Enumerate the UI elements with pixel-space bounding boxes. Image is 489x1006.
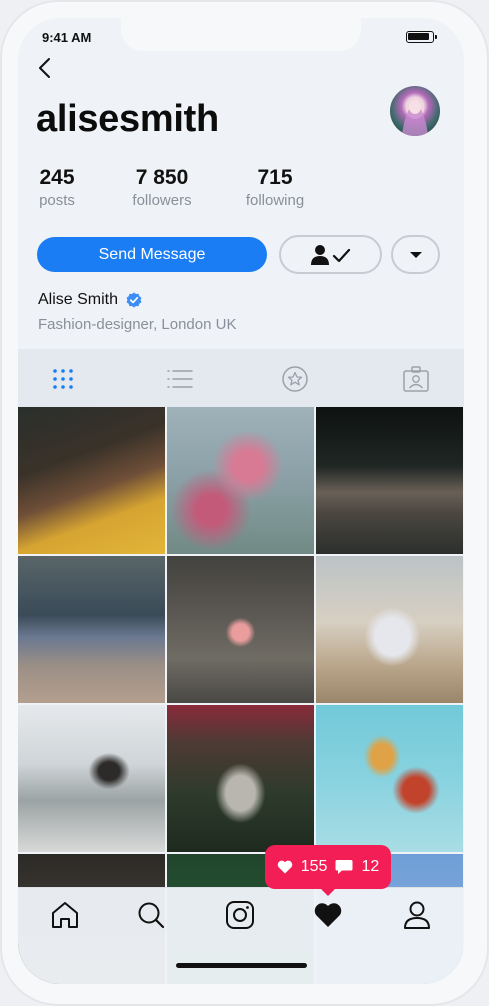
- activity-notification[interactable]: 155 12: [265, 845, 391, 896]
- battery-icon: [406, 31, 437, 43]
- list-icon: [167, 370, 193, 388]
- photo-thumbnail[interactable]: [18, 705, 165, 852]
- photo-thumbnail[interactable]: [316, 705, 463, 852]
- stat-value: 245: [39, 166, 75, 189]
- stat-label: posts: [39, 192, 75, 209]
- following-button[interactable]: [279, 235, 382, 274]
- screen: 9:41 AM alisesmith 245 posts 7 850 follo…: [18, 18, 464, 984]
- stat-following[interactable]: 715 following: [237, 166, 313, 209]
- stat-label: following: [245, 192, 305, 209]
- stat-value: 7 850: [135, 166, 189, 189]
- notch: [121, 18, 361, 51]
- tab-favorites[interactable]: [281, 365, 309, 393]
- user-check-icon: [310, 244, 350, 265]
- profile-icon[interactable]: [402, 900, 432, 930]
- full-name-text: Alise Smith: [38, 291, 119, 308]
- home-icon[interactable]: [50, 900, 80, 930]
- stat-label: followers: [132, 192, 192, 209]
- full-name: Alise Smith: [38, 291, 142, 309]
- stat-followers[interactable]: 7 850 followers: [124, 166, 200, 209]
- back-icon[interactable]: [36, 56, 56, 80]
- photo-thumbnail[interactable]: [167, 705, 314, 852]
- camera-icon[interactable]: [225, 900, 255, 930]
- photo-thumbnail[interactable]: [316, 556, 463, 703]
- comment-icon: [335, 860, 353, 874]
- more-options-button[interactable]: [391, 235, 440, 274]
- likes-count: 155: [300, 858, 328, 875]
- photo-thumbnail[interactable]: [167, 556, 314, 703]
- tab-grid[interactable]: [49, 365, 77, 393]
- comments-count: 12: [361, 858, 380, 875]
- username: alisesmith: [36, 98, 219, 140]
- tab-tagged[interactable]: [402, 365, 430, 393]
- profile-tabs: [18, 349, 464, 407]
- home-indicator: [176, 963, 307, 968]
- tab-list[interactable]: [166, 365, 194, 393]
- grid-icon: [53, 369, 73, 389]
- heart-icon: [277, 860, 293, 874]
- verified-badge-icon: [126, 292, 142, 308]
- send-message-button[interactable]: Send Message: [37, 237, 267, 272]
- photo-thumbnail[interactable]: [316, 407, 463, 554]
- stat-value: 715: [257, 166, 293, 189]
- photo-thumbnail[interactable]: [18, 556, 165, 703]
- bottom-tab-bar: [18, 887, 464, 984]
- bio: Fashion-designer, London UK: [38, 316, 237, 333]
- status-time: 9:41 AM: [42, 30, 92, 45]
- avatar[interactable]: [390, 86, 440, 136]
- tagged-icon: [403, 366, 429, 392]
- heart-tab-icon[interactable]: [313, 900, 343, 930]
- stat-posts[interactable]: 245 posts: [36, 166, 78, 209]
- search-icon[interactable]: [136, 900, 166, 930]
- photo-thumbnail[interactable]: [18, 407, 165, 554]
- star-icon: [282, 366, 308, 392]
- photo-thumbnail[interactable]: [167, 407, 314, 554]
- chevron-down-icon: [409, 251, 422, 258]
- phone-frame: 9:41 AM alisesmith 245 posts 7 850 follo…: [0, 0, 489, 1006]
